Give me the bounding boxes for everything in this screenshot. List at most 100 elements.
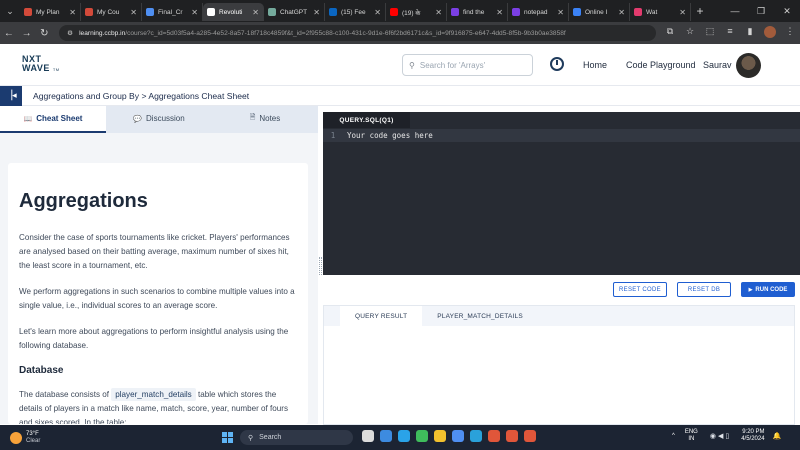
back-icon[interactable]: ←	[0, 28, 18, 39]
search-box[interactable]: ⚲	[402, 54, 533, 76]
site-info-icon[interactable]: ⚙	[67, 29, 73, 37]
code-text[interactable]: Your code goes here	[347, 131, 433, 140]
tab-favicon-icon	[390, 8, 398, 16]
browser-tab[interactable]: ChatGPT ✕	[264, 3, 325, 21]
play-icon: ▶	[748, 286, 753, 293]
code-playground-link[interactable]: Code Playground	[626, 60, 696, 70]
reload-icon[interactable]: ↻	[35, 28, 53, 39]
browser-tab[interactable]: (19) के ✕	[386, 3, 447, 21]
tab-query-result[interactable]: QUERY RESULT	[340, 306, 423, 326]
tab-close-icon[interactable]: ✕	[130, 8, 137, 17]
tab-close-icon[interactable]: ✕	[252, 8, 259, 17]
tab-player-match-details[interactable]: PLAYER_MATCH_DETAILS	[422, 306, 538, 326]
new-tab-button[interactable]: +	[691, 4, 709, 18]
taskbar-app-icon[interactable]	[506, 430, 518, 442]
taskbar-app-icon[interactable]	[362, 430, 374, 442]
editor-actions: RESET CODE RESET DB ▶ RUN CODE	[323, 275, 800, 305]
search-icon: ⚲	[409, 60, 415, 70]
tab-close-icon[interactable]: ✕	[679, 8, 686, 17]
search-icon: ⚲	[248, 434, 254, 442]
browser-menu-icon[interactable]: ⋮	[780, 26, 800, 40]
url-field[interactable]: ⚙ learning.ccbp.in/course?c_id=5d03f5a4-…	[59, 25, 656, 41]
tab-close-icon[interactable]: ✕	[557, 8, 564, 17]
browser-tab[interactable]: My Plan ✕	[20, 3, 81, 21]
weather-widget[interactable]: 73°F Clear	[10, 431, 40, 445]
profile-icon[interactable]	[760, 26, 780, 40]
forward-icon[interactable]: →	[18, 28, 36, 39]
minimize-icon[interactable]: —	[722, 6, 748, 17]
site-header: NXT WAVE TM ⚲ Home Code Playground Saura…	[0, 44, 800, 86]
breadcrumb: Aggregations and Group By > Aggregations…	[33, 90, 250, 101]
home-link[interactable]: Home	[583, 60, 607, 70]
close-window-icon[interactable]: ✕	[774, 6, 800, 17]
tab-query-file[interactable]: QUERY.SQL(Q1)	[323, 112, 410, 128]
browser-tab[interactable]: Online I ✕	[569, 3, 630, 21]
media-icon[interactable]: ≡	[720, 26, 740, 40]
tab-favicon-icon	[207, 8, 215, 16]
result-panel: QUERY RESULT PLAYER_MATCH_DETAILS	[323, 305, 795, 425]
user-name[interactable]: Saurav	[703, 60, 732, 70]
browser-tab[interactable]: notepad ✕	[508, 3, 569, 21]
left-tabs: 📖 Cheat Sheet 💬 Discussion 🗎 Notes	[0, 106, 318, 133]
tab-close-icon[interactable]: ✕	[496, 8, 503, 17]
bookmark-star-icon[interactable]: ☆	[680, 26, 700, 40]
address-bar: ← → ↻ ⚙ learning.ccbp.in/course?c_id=5d0…	[0, 22, 800, 44]
paragraph-3: Let's learn more about aggregations to p…	[19, 327, 289, 350]
reset-db-button[interactable]: RESET DB	[677, 282, 731, 297]
system-tray: ^ ENG IN ◉◀▯ 9:20 PM 4/5/2024 🔔	[672, 429, 781, 443]
browser-tab[interactable]: Wat ✕	[630, 3, 691, 21]
tab-favicon-icon	[451, 8, 459, 16]
weather-icon	[10, 431, 22, 444]
taskbar-app-icon[interactable]	[524, 430, 536, 442]
window-controls: — ❐ ✕	[722, 6, 800, 17]
search-input[interactable]	[419, 60, 520, 70]
reset-code-button[interactable]: RESET CODE	[613, 282, 667, 297]
line-number: 1	[330, 131, 336, 140]
editor-line[interactable]: 1 Your code goes here	[323, 129, 800, 142]
tab-close-icon[interactable]: ✕	[618, 8, 625, 17]
maximize-icon[interactable]: ❐	[748, 6, 774, 17]
browser-tab[interactable]: find the ✕	[447, 3, 508, 21]
tab-close-icon[interactable]: ✕	[313, 8, 320, 17]
language-indicator[interactable]: ENG IN	[685, 429, 698, 443]
taskbar-app-icon[interactable]	[434, 430, 446, 442]
clock[interactable]: 9:20 PM 4/5/2024	[741, 429, 764, 443]
notification-bell-icon[interactable]: 🔔	[773, 432, 782, 440]
taskbar-app-icon[interactable]	[416, 430, 428, 442]
tab-close-icon[interactable]: ✕	[69, 8, 76, 17]
taskbar-app-icon[interactable]	[470, 430, 482, 442]
sidebar-toggle-icon[interactable]: ▕◂	[0, 85, 22, 106]
tab-cheat-sheet[interactable]: 📖 Cheat Sheet	[0, 106, 106, 133]
taskbar-app-icon[interactable]	[380, 430, 392, 442]
chat-icon: 💬	[133, 115, 143, 123]
tab-close-icon[interactable]: ✕	[191, 8, 198, 17]
tab-close-icon[interactable]: ✕	[374, 8, 381, 17]
browser-tab[interactable]: Final_Cr ✕	[142, 3, 203, 21]
taskbar-search[interactable]: ⚲ Search	[240, 430, 353, 445]
taskbar-app-icon[interactable]	[398, 430, 410, 442]
notes-icon: 🗎	[249, 114, 256, 121]
avatar[interactable]	[736, 53, 761, 78]
stopwatch-icon[interactable]	[550, 57, 564, 71]
tab-close-icon[interactable]: ✕	[435, 8, 442, 17]
nxtwave-logo[interactable]: NXT WAVE TM	[22, 55, 60, 74]
tab-search-icon[interactable]: ⌄	[0, 0, 20, 22]
chevron-up-icon[interactable]: ^	[672, 433, 675, 439]
wifi-volume-battery-icons[interactable]: ◉◀▯	[710, 432, 731, 440]
browser-tab[interactable]: Revoluti ✕	[203, 3, 264, 21]
sidepanel-icon[interactable]: ▮	[740, 26, 760, 40]
taskbar-app-icon[interactable]	[452, 430, 464, 442]
run-code-button[interactable]: ▶ RUN CODE	[741, 282, 795, 297]
code-editor[interactable]: QUERY.SQL(Q1) 1 Your code goes here	[323, 112, 800, 275]
url-path: /course?c_id=5d03f5a4-a285-4e52-8a57-18f…	[125, 29, 566, 37]
windows-start-icon[interactable]	[222, 432, 233, 443]
tab-notes[interactable]: 🗎 Notes	[212, 106, 318, 133]
install-app-icon[interactable]: ⧉	[660, 26, 680, 40]
taskbar-app-icon[interactable]	[488, 430, 500, 442]
browser-tab[interactable]: (15) Fee ✕	[325, 3, 386, 21]
tab-discussion[interactable]: 💬 Discussion	[106, 106, 212, 133]
panel-resize-handle[interactable]	[319, 257, 322, 275]
extensions-icon[interactable]: ⬚	[700, 26, 720, 40]
book-icon: 📖	[23, 115, 33, 123]
browser-tab[interactable]: My Cou ✕	[81, 3, 142, 21]
